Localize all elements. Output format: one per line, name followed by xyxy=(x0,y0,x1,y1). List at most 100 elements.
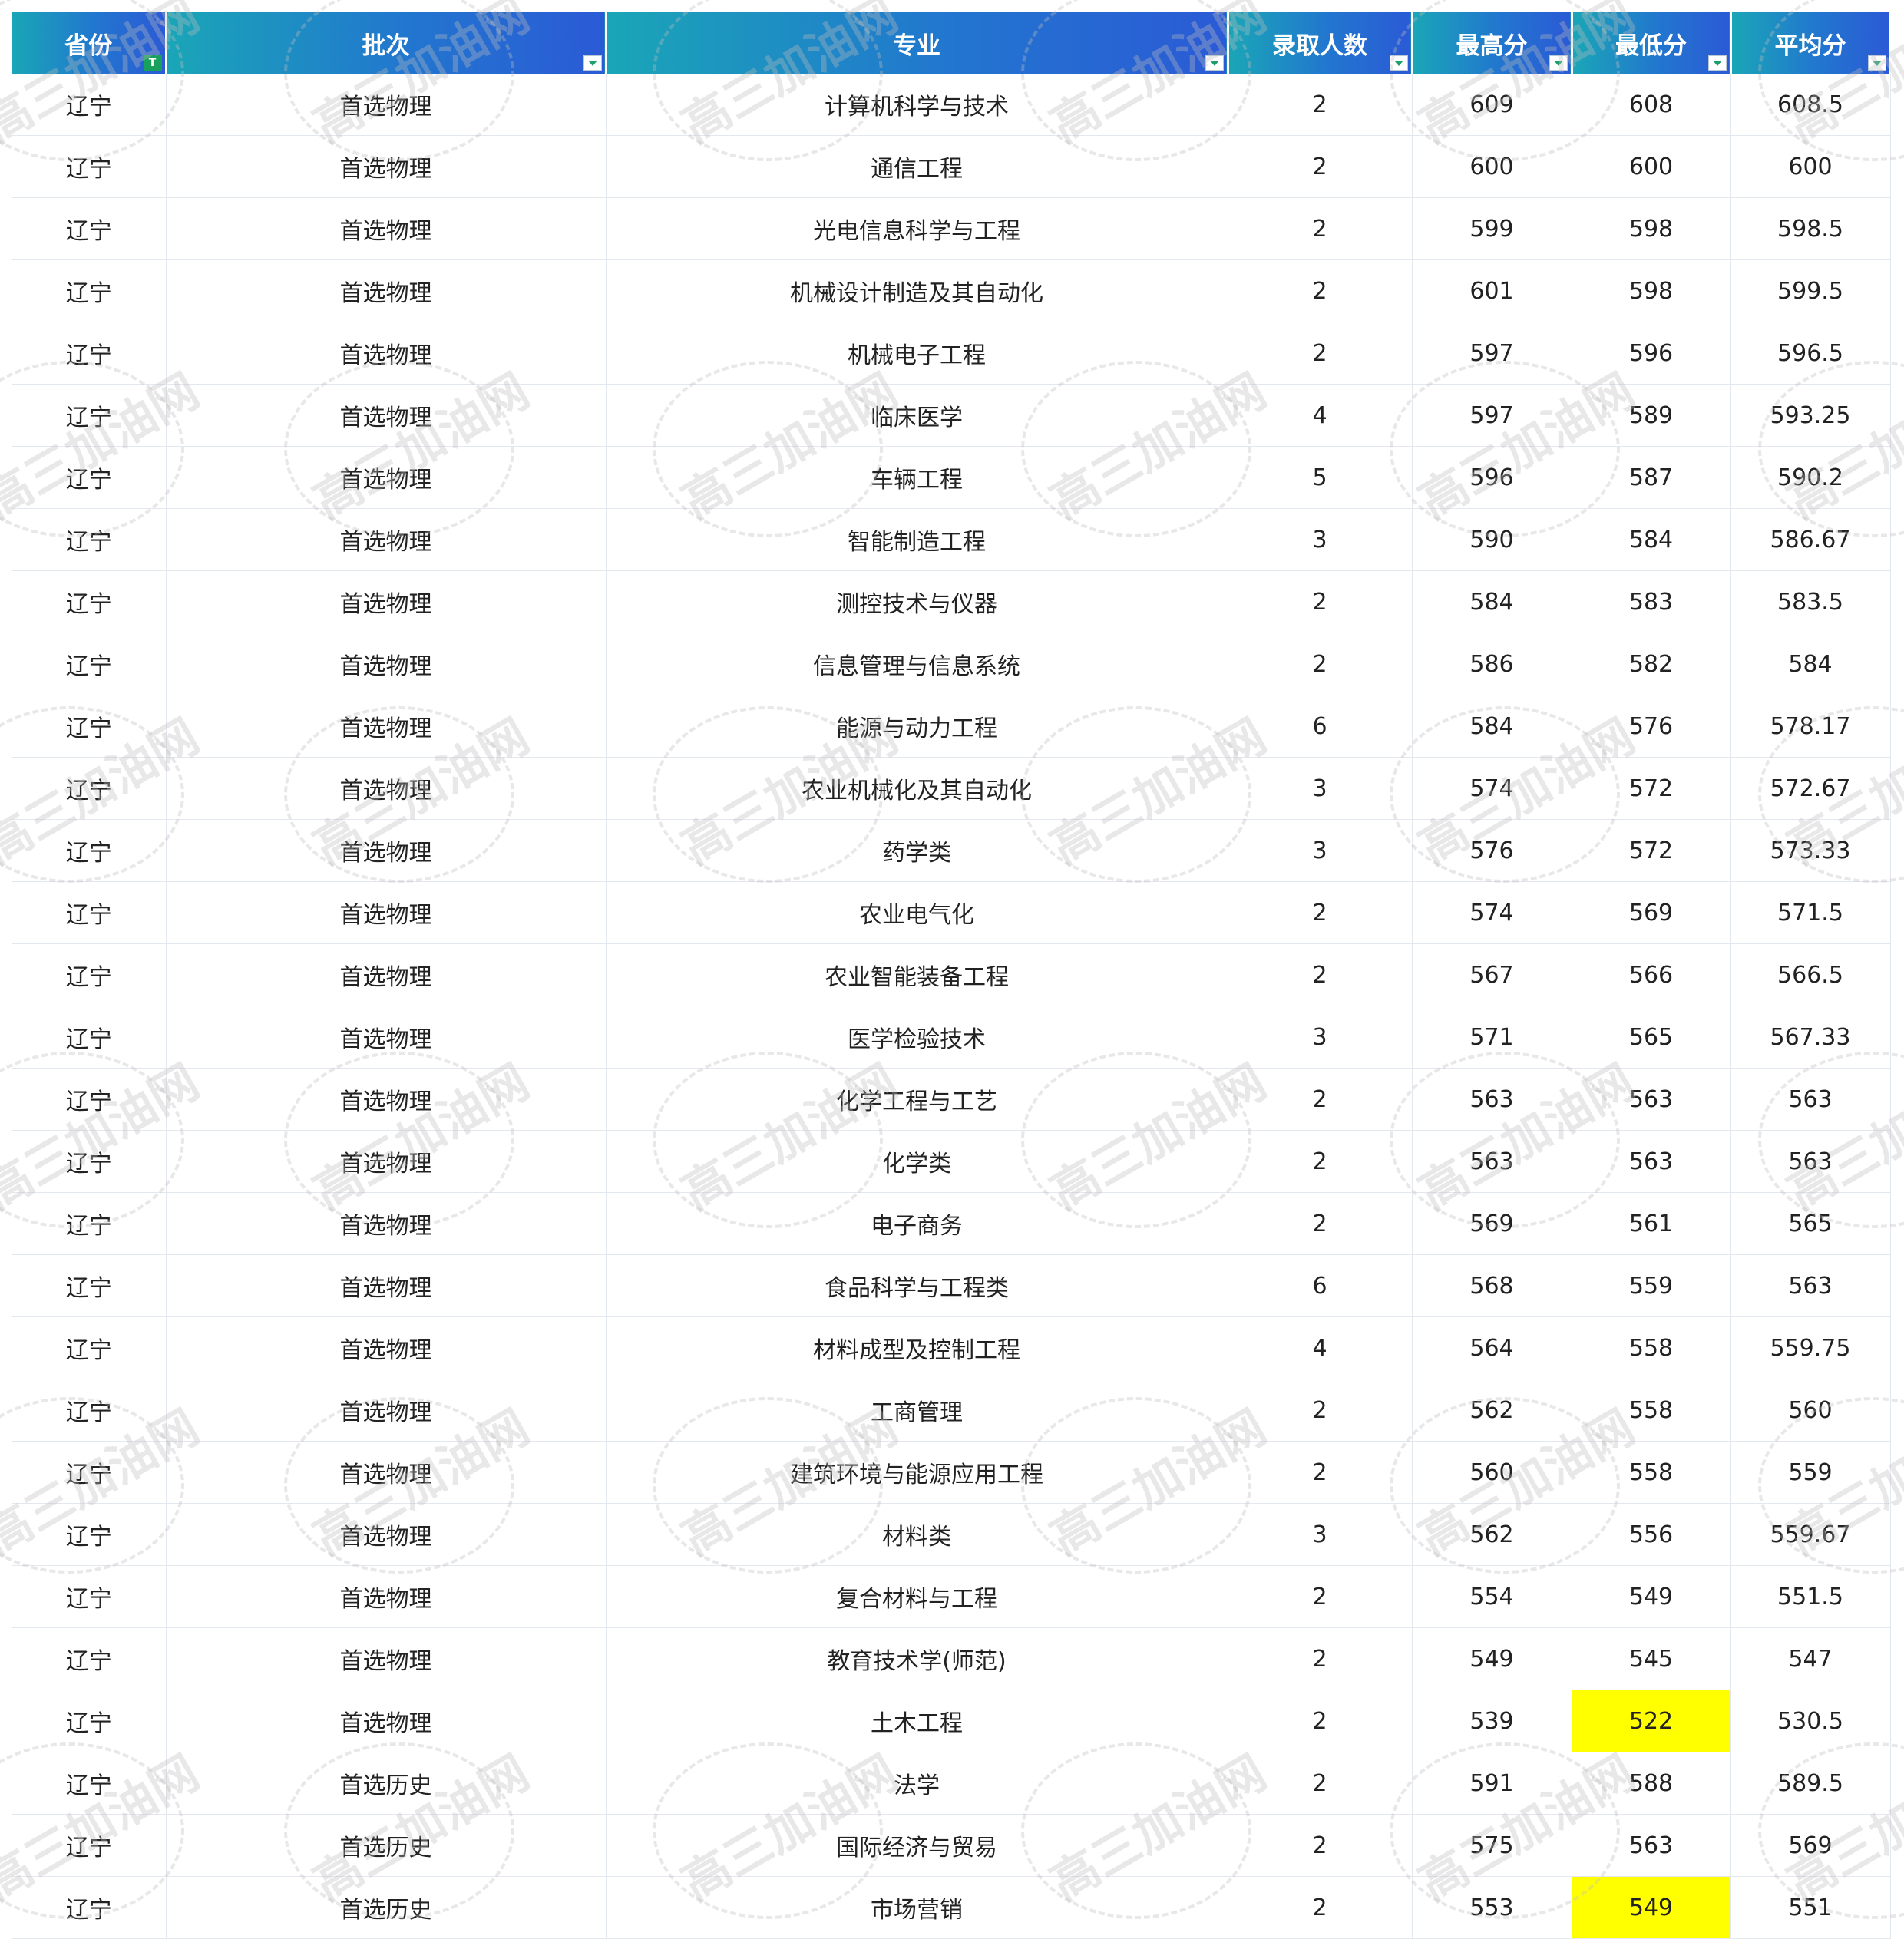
cell-max-score[interactable]: 575 xyxy=(1412,1814,1572,1877)
cell-major[interactable]: 农业智能装备工程 xyxy=(606,943,1228,1006)
cell-min-score[interactable]: 522 xyxy=(1572,1690,1731,1752)
cell-province[interactable]: 辽宁 xyxy=(12,1192,167,1255)
cell-major[interactable]: 光电信息科学与工程 xyxy=(606,197,1228,260)
cell-max-score[interactable]: 584 xyxy=(1412,695,1572,758)
cell-batch[interactable]: 首选历史 xyxy=(166,1814,607,1877)
cell-admitted-count[interactable]: 2 xyxy=(1228,74,1413,136)
cell-batch[interactable]: 首选物理 xyxy=(166,757,607,820)
cell-major[interactable]: 化学工程与工艺 xyxy=(606,1068,1228,1131)
cell-batch[interactable]: 首选物理 xyxy=(166,197,607,260)
cell-province[interactable]: 辽宁 xyxy=(12,943,167,1006)
cell-major[interactable]: 测控技术与仪器 xyxy=(606,570,1228,633)
cell-admitted-count[interactable]: 3 xyxy=(1228,819,1413,882)
cell-min-score[interactable]: 598 xyxy=(1572,197,1731,260)
cell-province[interactable]: 辽宁 xyxy=(12,1690,167,1752)
cell-avg-score[interactable]: 551.5 xyxy=(1730,1565,1891,1628)
cell-avg-score[interactable]: 583.5 xyxy=(1730,570,1891,633)
cell-avg-score[interactable]: 559.67 xyxy=(1730,1503,1891,1566)
cell-min-score[interactable]: 600 xyxy=(1572,135,1731,198)
cell-province[interactable]: 辽宁 xyxy=(12,757,167,820)
cell-avg-score[interactable]: 563 xyxy=(1730,1068,1891,1131)
cell-avg-score[interactable]: 563 xyxy=(1730,1254,1891,1317)
cell-min-score[interactable]: 583 xyxy=(1572,570,1731,633)
cell-min-score[interactable]: 545 xyxy=(1572,1627,1731,1690)
cell-min-score[interactable]: 561 xyxy=(1572,1192,1731,1255)
cell-min-score[interactable]: 559 xyxy=(1572,1254,1731,1317)
cell-max-score[interactable]: 590 xyxy=(1412,508,1572,571)
cell-max-score[interactable]: 609 xyxy=(1412,74,1572,136)
cell-min-score[interactable]: 589 xyxy=(1572,384,1731,447)
cell-avg-score[interactable]: 608.5 xyxy=(1730,74,1891,136)
cell-admitted-count[interactable]: 3 xyxy=(1228,757,1413,820)
cell-batch[interactable]: 首选物理 xyxy=(166,881,607,944)
cell-min-score[interactable]: 572 xyxy=(1572,757,1731,820)
cell-batch[interactable]: 首选物理 xyxy=(166,943,607,1006)
cell-min-score[interactable]: 608 xyxy=(1572,74,1731,136)
cell-avg-score[interactable]: 559 xyxy=(1730,1441,1891,1504)
cell-admitted-count[interactable]: 4 xyxy=(1228,384,1413,447)
cell-max-score[interactable]: 584 xyxy=(1412,570,1572,633)
cell-avg-score[interactable]: 569 xyxy=(1730,1814,1891,1877)
cell-min-score[interactable]: 549 xyxy=(1572,1876,1731,1939)
cell-avg-score[interactable]: 551 xyxy=(1730,1876,1891,1939)
cell-province[interactable]: 辽宁 xyxy=(12,1814,167,1877)
cell-province[interactable]: 辽宁 xyxy=(12,633,167,695)
cell-avg-score[interactable]: 573.33 xyxy=(1730,819,1891,882)
cell-avg-score[interactable]: 563 xyxy=(1730,1130,1891,1193)
cell-batch[interactable]: 首选物理 xyxy=(166,633,607,695)
cell-major[interactable]: 临床医学 xyxy=(606,384,1228,447)
cell-major[interactable]: 建筑环境与能源应用工程 xyxy=(606,1441,1228,1504)
cell-admitted-count[interactable]: 2 xyxy=(1228,943,1413,1006)
cell-max-score[interactable]: 571 xyxy=(1412,1006,1572,1069)
cell-avg-score[interactable]: 599.5 xyxy=(1730,259,1891,322)
cell-major[interactable]: 能源与动力工程 xyxy=(606,695,1228,758)
cell-min-score[interactable]: 558 xyxy=(1572,1379,1731,1442)
cell-admitted-count[interactable]: 2 xyxy=(1228,135,1413,198)
cell-admitted-count[interactable]: 2 xyxy=(1228,322,1413,385)
cell-major[interactable]: 药学类 xyxy=(606,819,1228,882)
cell-avg-score[interactable]: 530.5 xyxy=(1730,1690,1891,1752)
cell-min-score[interactable]: 572 xyxy=(1572,819,1731,882)
cell-batch[interactable]: 首选物理 xyxy=(166,1565,607,1628)
cell-admitted-count[interactable]: 3 xyxy=(1228,1006,1413,1069)
cell-batch[interactable]: 首选历史 xyxy=(166,1876,607,1939)
cell-province[interactable]: 辽宁 xyxy=(12,446,167,509)
cell-avg-score[interactable]: 547 xyxy=(1730,1627,1891,1690)
cell-province[interactable]: 辽宁 xyxy=(12,135,167,198)
cell-max-score[interactable]: 569 xyxy=(1412,1192,1572,1255)
cell-avg-score[interactable]: 586.67 xyxy=(1730,508,1891,571)
cell-min-score[interactable]: 563 xyxy=(1572,1814,1731,1877)
cell-batch[interactable]: 首选物理 xyxy=(166,1006,607,1069)
filter-active-icon[interactable] xyxy=(143,55,162,71)
cell-admitted-count[interactable]: 2 xyxy=(1228,1068,1413,1131)
cell-avg-score[interactable]: 559.75 xyxy=(1730,1316,1891,1379)
cell-province[interactable]: 辽宁 xyxy=(12,1627,167,1690)
cell-avg-score[interactable]: 589.5 xyxy=(1730,1752,1891,1815)
cell-admitted-count[interactable]: 2 xyxy=(1228,633,1413,695)
cell-major[interactable]: 医学检验技术 xyxy=(606,1006,1228,1069)
cell-min-score[interactable]: 582 xyxy=(1572,633,1731,695)
cell-avg-score[interactable]: 578.17 xyxy=(1730,695,1891,758)
cell-major[interactable]: 机械设计制造及其自动化 xyxy=(606,259,1228,322)
cell-major[interactable]: 工商管理 xyxy=(606,1379,1228,1442)
cell-batch[interactable]: 首选物理 xyxy=(166,1192,607,1255)
cell-admitted-count[interactable]: 2 xyxy=(1228,259,1413,322)
cell-min-score[interactable]: 565 xyxy=(1572,1006,1731,1069)
cell-admitted-count[interactable]: 3 xyxy=(1228,508,1413,571)
cell-max-score[interactable]: 597 xyxy=(1412,384,1572,447)
cell-province[interactable]: 辽宁 xyxy=(12,384,167,447)
cell-major[interactable]: 材料成型及控制工程 xyxy=(606,1316,1228,1379)
cell-avg-score[interactable]: 584 xyxy=(1730,633,1891,695)
cell-province[interactable]: 辽宁 xyxy=(12,1254,167,1317)
cell-province[interactable]: 辽宁 xyxy=(12,74,167,136)
cell-province[interactable]: 辽宁 xyxy=(12,1068,167,1131)
cell-min-score[interactable]: 556 xyxy=(1572,1503,1731,1566)
cell-avg-score[interactable]: 567.33 xyxy=(1730,1006,1891,1069)
cell-admitted-count[interactable]: 2 xyxy=(1228,1690,1413,1752)
cell-admitted-count[interactable]: 6 xyxy=(1228,1254,1413,1317)
cell-max-score[interactable]: 560 xyxy=(1412,1441,1572,1504)
cell-province[interactable]: 辽宁 xyxy=(12,819,167,882)
cell-admitted-count[interactable]: 3 xyxy=(1228,1503,1413,1566)
cell-max-score[interactable]: 591 xyxy=(1412,1752,1572,1815)
cell-major[interactable]: 土木工程 xyxy=(606,1690,1228,1752)
